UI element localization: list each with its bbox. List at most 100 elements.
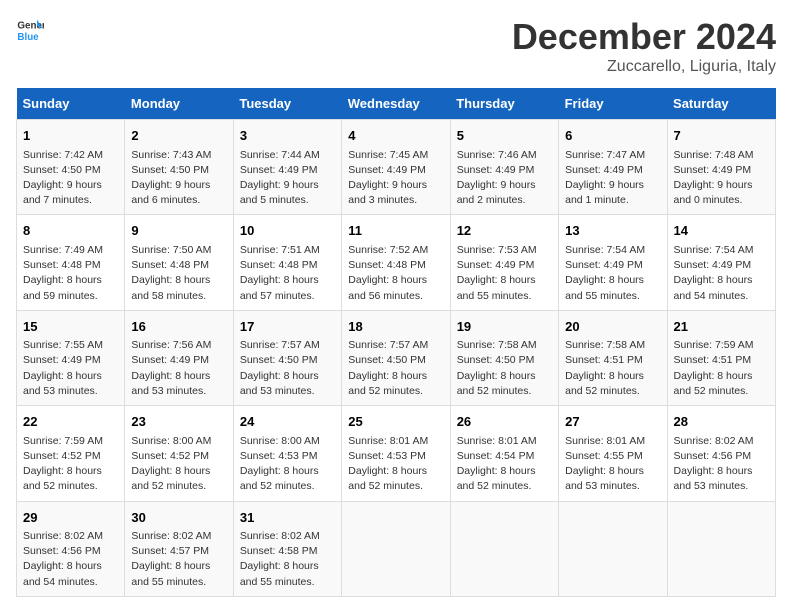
calendar-cell: 8Sunrise: 7:49 AMSunset: 4:48 PMDaylight… <box>17 215 125 310</box>
cell-details: Sunrise: 8:02 AMSunset: 4:57 PMDaylight:… <box>131 529 226 590</box>
calendar-cell: 10Sunrise: 7:51 AMSunset: 4:48 PMDayligh… <box>233 215 341 310</box>
calendar-cell <box>342 501 450 596</box>
month-title: December 2024 <box>512 16 776 58</box>
cell-details: Sunrise: 7:57 AMSunset: 4:50 PMDaylight:… <box>240 338 335 399</box>
day-number: 26 <box>457 412 552 432</box>
day-number: 17 <box>240 317 335 337</box>
calendar-table: SundayMondayTuesdayWednesdayThursdayFrid… <box>16 88 776 597</box>
day-number: 11 <box>348 221 443 241</box>
calendar-cell: 13Sunrise: 7:54 AMSunset: 4:49 PMDayligh… <box>559 215 667 310</box>
calendar-cell: 15Sunrise: 7:55 AMSunset: 4:49 PMDayligh… <box>17 310 125 405</box>
calendar-cell: 17Sunrise: 7:57 AMSunset: 4:50 PMDayligh… <box>233 310 341 405</box>
day-header-thursday: Thursday <box>450 88 558 120</box>
calendar-cell: 29Sunrise: 8:02 AMSunset: 4:56 PMDayligh… <box>17 501 125 596</box>
calendar-cell: 20Sunrise: 7:58 AMSunset: 4:51 PMDayligh… <box>559 310 667 405</box>
cell-details: Sunrise: 7:52 AMSunset: 4:48 PMDaylight:… <box>348 243 443 304</box>
calendar-cell: 25Sunrise: 8:01 AMSunset: 4:53 PMDayligh… <box>342 406 450 501</box>
day-number: 20 <box>565 317 660 337</box>
calendar-cell: 4Sunrise: 7:45 AMSunset: 4:49 PMDaylight… <box>342 120 450 215</box>
day-number: 14 <box>674 221 769 241</box>
calendar-cell: 31Sunrise: 8:02 AMSunset: 4:58 PMDayligh… <box>233 501 341 596</box>
calendar-week-4: 22Sunrise: 7:59 AMSunset: 4:52 PMDayligh… <box>17 406 776 501</box>
day-number: 1 <box>23 126 118 146</box>
calendar-cell: 2Sunrise: 7:43 AMSunset: 4:50 PMDaylight… <box>125 120 233 215</box>
cell-details: Sunrise: 7:57 AMSunset: 4:50 PMDaylight:… <box>348 338 443 399</box>
day-number: 23 <box>131 412 226 432</box>
cell-details: Sunrise: 7:56 AMSunset: 4:49 PMDaylight:… <box>131 338 226 399</box>
day-number: 22 <box>23 412 118 432</box>
cell-details: Sunrise: 7:48 AMSunset: 4:49 PMDaylight:… <box>674 148 769 209</box>
day-number: 4 <box>348 126 443 146</box>
calendar-cell: 30Sunrise: 8:02 AMSunset: 4:57 PMDayligh… <box>125 501 233 596</box>
day-number: 7 <box>674 126 769 146</box>
cell-details: Sunrise: 7:47 AMSunset: 4:49 PMDaylight:… <box>565 148 660 209</box>
day-number: 28 <box>674 412 769 432</box>
cell-details: Sunrise: 7:55 AMSunset: 4:49 PMDaylight:… <box>23 338 118 399</box>
calendar-cell: 6Sunrise: 7:47 AMSunset: 4:49 PMDaylight… <box>559 120 667 215</box>
day-header-sunday: Sunday <box>17 88 125 120</box>
calendar-week-1: 1Sunrise: 7:42 AMSunset: 4:50 PMDaylight… <box>17 120 776 215</box>
calendar-week-3: 15Sunrise: 7:55 AMSunset: 4:49 PMDayligh… <box>17 310 776 405</box>
page-header: General Blue December 2024 Zuccarello, L… <box>16 16 776 76</box>
calendar-cell: 14Sunrise: 7:54 AMSunset: 4:49 PMDayligh… <box>667 215 775 310</box>
day-number: 16 <box>131 317 226 337</box>
cell-details: Sunrise: 7:59 AMSunset: 4:51 PMDaylight:… <box>674 338 769 399</box>
day-header-friday: Friday <box>559 88 667 120</box>
cell-details: Sunrise: 8:01 AMSunset: 4:55 PMDaylight:… <box>565 434 660 495</box>
calendar-header-row: SundayMondayTuesdayWednesdayThursdayFrid… <box>17 88 776 120</box>
day-header-monday: Monday <box>125 88 233 120</box>
cell-details: Sunrise: 7:44 AMSunset: 4:49 PMDaylight:… <box>240 148 335 209</box>
day-number: 24 <box>240 412 335 432</box>
cell-details: Sunrise: 8:02 AMSunset: 4:56 PMDaylight:… <box>674 434 769 495</box>
day-number: 15 <box>23 317 118 337</box>
day-number: 5 <box>457 126 552 146</box>
cell-details: Sunrise: 7:59 AMSunset: 4:52 PMDaylight:… <box>23 434 118 495</box>
day-number: 13 <box>565 221 660 241</box>
calendar-cell: 19Sunrise: 7:58 AMSunset: 4:50 PMDayligh… <box>450 310 558 405</box>
day-number: 25 <box>348 412 443 432</box>
calendar-cell: 9Sunrise: 7:50 AMSunset: 4:48 PMDaylight… <box>125 215 233 310</box>
cell-details: Sunrise: 7:49 AMSunset: 4:48 PMDaylight:… <box>23 243 118 304</box>
day-number: 3 <box>240 126 335 146</box>
day-number: 29 <box>23 508 118 528</box>
logo-icon: General Blue <box>16 16 44 44</box>
day-header-tuesday: Tuesday <box>233 88 341 120</box>
calendar-week-2: 8Sunrise: 7:49 AMSunset: 4:48 PMDaylight… <box>17 215 776 310</box>
location-subtitle: Zuccarello, Liguria, Italy <box>512 58 776 76</box>
cell-details: Sunrise: 8:00 AMSunset: 4:52 PMDaylight:… <box>131 434 226 495</box>
calendar-cell: 22Sunrise: 7:59 AMSunset: 4:52 PMDayligh… <box>17 406 125 501</box>
logo: General Blue <box>16 16 44 44</box>
cell-details: Sunrise: 7:45 AMSunset: 4:49 PMDaylight:… <box>348 148 443 209</box>
calendar-cell: 18Sunrise: 7:57 AMSunset: 4:50 PMDayligh… <box>342 310 450 405</box>
calendar-cell <box>559 501 667 596</box>
calendar-cell: 23Sunrise: 8:00 AMSunset: 4:52 PMDayligh… <box>125 406 233 501</box>
cell-details: Sunrise: 7:50 AMSunset: 4:48 PMDaylight:… <box>131 243 226 304</box>
cell-details: Sunrise: 7:51 AMSunset: 4:48 PMDaylight:… <box>240 243 335 304</box>
cell-details: Sunrise: 7:53 AMSunset: 4:49 PMDaylight:… <box>457 243 552 304</box>
cell-details: Sunrise: 7:54 AMSunset: 4:49 PMDaylight:… <box>674 243 769 304</box>
calendar-cell: 21Sunrise: 7:59 AMSunset: 4:51 PMDayligh… <box>667 310 775 405</box>
day-number: 10 <box>240 221 335 241</box>
calendar-week-5: 29Sunrise: 8:02 AMSunset: 4:56 PMDayligh… <box>17 501 776 596</box>
calendar-cell: 12Sunrise: 7:53 AMSunset: 4:49 PMDayligh… <box>450 215 558 310</box>
cell-details: Sunrise: 7:42 AMSunset: 4:50 PMDaylight:… <box>23 148 118 209</box>
day-header-wednesday: Wednesday <box>342 88 450 120</box>
cell-details: Sunrise: 8:00 AMSunset: 4:53 PMDaylight:… <box>240 434 335 495</box>
calendar-cell: 11Sunrise: 7:52 AMSunset: 4:48 PMDayligh… <box>342 215 450 310</box>
calendar-cell: 16Sunrise: 7:56 AMSunset: 4:49 PMDayligh… <box>125 310 233 405</box>
day-number: 2 <box>131 126 226 146</box>
calendar-cell <box>450 501 558 596</box>
day-number: 21 <box>674 317 769 337</box>
calendar-cell: 28Sunrise: 8:02 AMSunset: 4:56 PMDayligh… <box>667 406 775 501</box>
title-block: December 2024 Zuccarello, Liguria, Italy <box>512 16 776 76</box>
cell-details: Sunrise: 8:01 AMSunset: 4:53 PMDaylight:… <box>348 434 443 495</box>
day-number: 8 <box>23 221 118 241</box>
cell-details: Sunrise: 7:58 AMSunset: 4:51 PMDaylight:… <box>565 338 660 399</box>
day-header-saturday: Saturday <box>667 88 775 120</box>
day-number: 18 <box>348 317 443 337</box>
calendar-cell: 24Sunrise: 8:00 AMSunset: 4:53 PMDayligh… <box>233 406 341 501</box>
calendar-cell: 3Sunrise: 7:44 AMSunset: 4:49 PMDaylight… <box>233 120 341 215</box>
svg-text:Blue: Blue <box>17 32 39 43</box>
day-number: 27 <box>565 412 660 432</box>
calendar-cell: 5Sunrise: 7:46 AMSunset: 4:49 PMDaylight… <box>450 120 558 215</box>
